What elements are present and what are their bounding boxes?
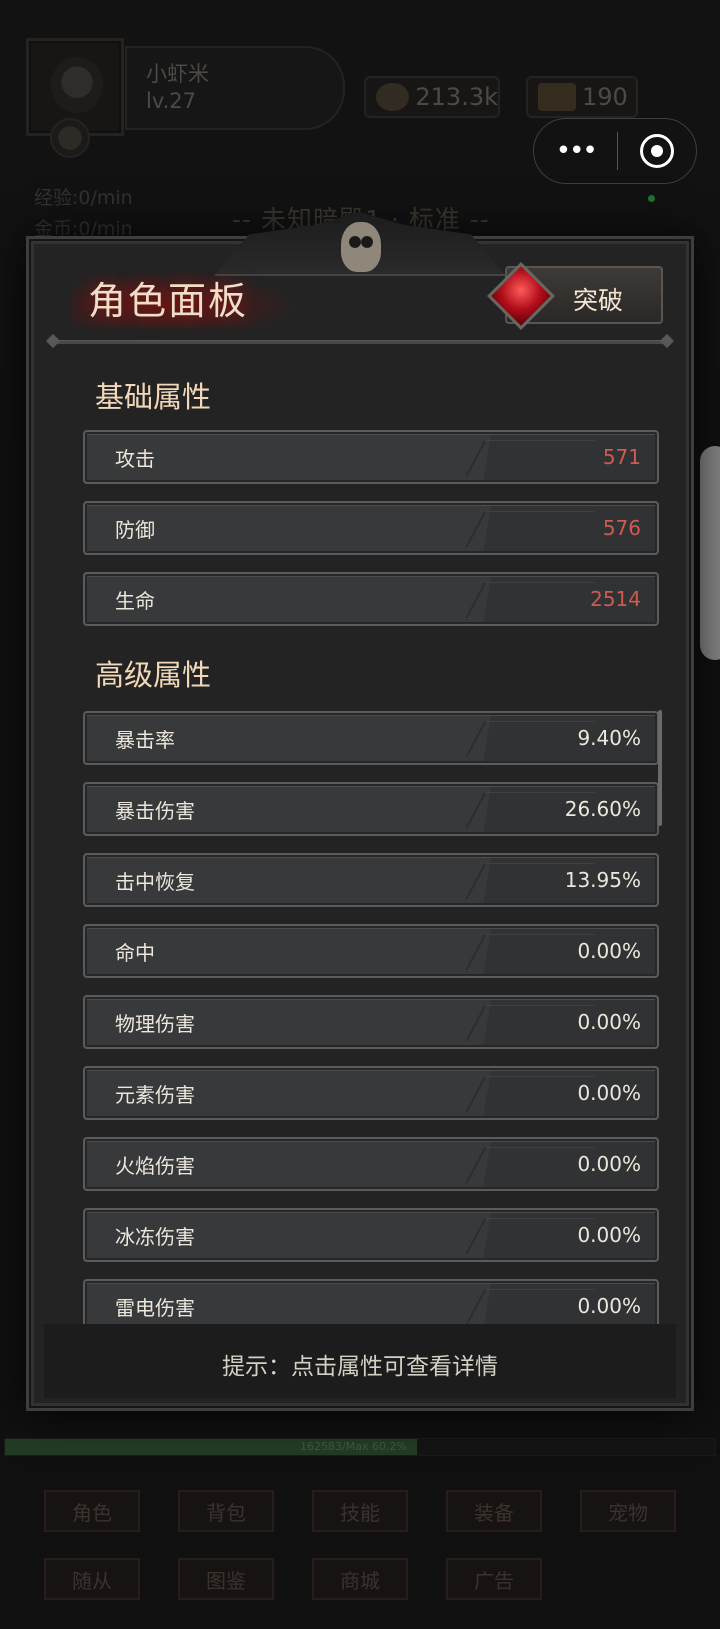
attr-row-physical-damage[interactable]: 物理伤害 0.00% (83, 995, 659, 1049)
attr-label: 攻击 (115, 446, 155, 471)
attr-value: 13.95% (564, 868, 641, 892)
attr-value: 0.00% (577, 1223, 641, 1247)
attr-label: 冰冻伤害 (115, 1224, 195, 1249)
panel-title: 角色面板 (88, 279, 249, 323)
list-scrollbar[interactable] (658, 710, 662, 826)
attr-row-elemental-damage[interactable]: 元素伤害 0.00% (83, 1066, 659, 1120)
attr-value: 0.00% (577, 1152, 641, 1176)
attr-row-lightning-damage[interactable]: 雷电伤害 0.00% (83, 1279, 659, 1324)
miniprogram-capsule: ••• (533, 118, 697, 184)
attr-label: 命中 (115, 940, 155, 965)
attr-value: 571 (602, 445, 641, 469)
attr-label: 雷电伤害 (115, 1295, 195, 1320)
attr-row-hit-recovery[interactable]: 击中恢复 13.95% (83, 853, 659, 907)
attr-value: 0.00% (577, 939, 641, 963)
attr-value: 0.00% (577, 1294, 641, 1318)
attr-row-fire-damage[interactable]: 火焰伤害 0.00% (83, 1137, 659, 1191)
attr-value: 576 (602, 516, 641, 540)
attr-row-ice-damage[interactable]: 冰冻伤害 0.00% (83, 1208, 659, 1262)
attr-row-crit-damage[interactable]: 暴击伤害 26.60% (83, 782, 659, 836)
attr-value: 0.00% (577, 1081, 641, 1105)
advanced-attributes-title: 高级属性 (95, 658, 212, 692)
attr-label: 暴击率 (115, 727, 175, 752)
attr-row-crit-rate[interactable]: 暴击率 9.40% (83, 711, 659, 765)
attr-label: 元素伤害 (115, 1082, 195, 1107)
attr-label: 暴击伤害 (115, 798, 195, 823)
advanced-attributes-list[interactable]: 暴击率 9.40% 暴击伤害 26.60% 击中恢复 13.95% 命中 0.0… (83, 700, 663, 1324)
breakthrough-label: 突破 (573, 286, 624, 315)
attr-row-defense[interactable]: 防御 576 (83, 501, 659, 555)
attr-value: 26.60% (564, 797, 641, 821)
attr-label: 防御 (115, 517, 155, 542)
attr-row-hp[interactable]: 生命 2514 (83, 572, 659, 626)
basic-attributes-title: 基础属性 (95, 380, 212, 414)
more-dots-icon[interactable]: ••• (534, 119, 617, 183)
title-divider (52, 340, 668, 344)
close-circle-icon[interactable] (618, 119, 696, 183)
attr-value: 2514 (590, 587, 641, 611)
attr-row-accuracy[interactable]: 命中 0.00% (83, 924, 659, 978)
attr-value: 9.40% (577, 726, 641, 750)
breakthrough-button[interactable]: 突破 (487, 262, 663, 330)
hint-text: 提示：点击属性可查看详情 (222, 1354, 498, 1380)
attr-label: 击中恢复 (115, 869, 195, 894)
attr-label: 生命 (115, 588, 155, 613)
attr-value: 0.00% (577, 1010, 641, 1034)
skull-icon (341, 222, 381, 272)
attr-label: 火焰伤害 (115, 1153, 195, 1178)
attr-label: 物理伤害 (115, 1011, 195, 1036)
attr-row-attack[interactable]: 攻击 571 (83, 430, 659, 484)
